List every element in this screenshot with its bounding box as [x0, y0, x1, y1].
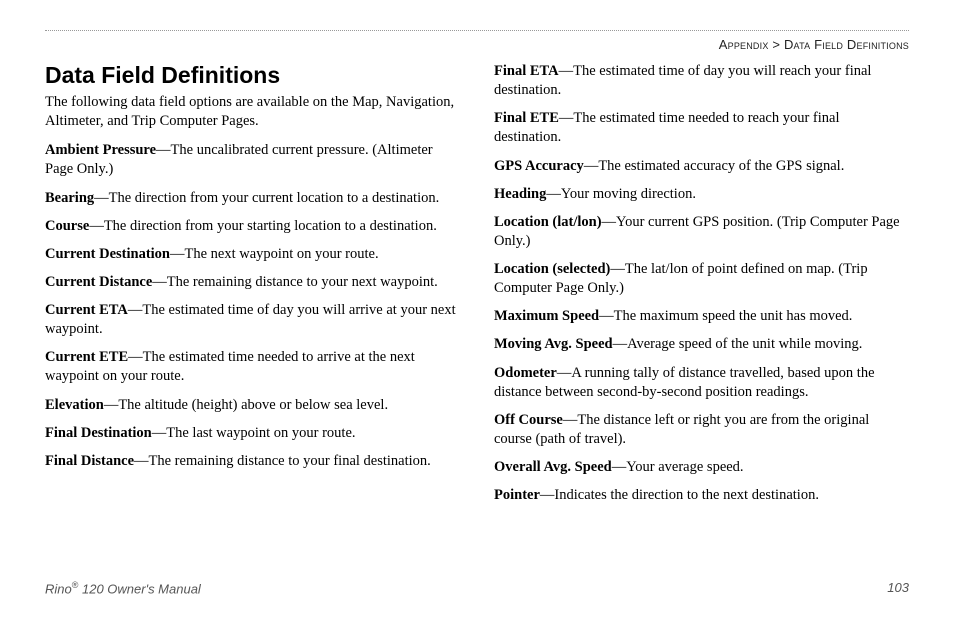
definition-item: Current ETA—The estimated time of day yo… [45, 301, 460, 339]
definition-term: Off Course [494, 412, 563, 428]
definition-item: Current ETE—The estimated time needed to… [45, 348, 460, 386]
definition-desc: —Your moving direction. [546, 186, 696, 202]
definition-desc: —Your average speed. [612, 459, 744, 475]
definition-desc: —The direction from your starting locati… [89, 218, 437, 234]
definition-term: GPS Accuracy [494, 158, 584, 174]
definition-item: Overall Avg. Speed—Your average speed. [494, 458, 909, 477]
breadcrumb-separator: > [772, 37, 780, 52]
definition-item: Pointer—Indicates the direction to the n… [494, 486, 909, 505]
definition-item: Elevation—The altitude (height) above or… [45, 396, 460, 415]
definition-item: Ambient Pressure—The uncalibrated curren… [45, 141, 460, 179]
definition-desc: —The estimated accuracy of the GPS signa… [584, 158, 845, 174]
definition-desc: —The maximum speed the unit has moved. [599, 308, 852, 324]
definition-item: Current Distance—The remaining distance … [45, 273, 460, 292]
definition-desc: —The next waypoint on your route. [170, 246, 379, 262]
breadcrumb: Appendix > Data Field Definitions [45, 37, 909, 52]
definition-item: Location (selected)—The lat/lon of point… [494, 260, 909, 298]
definition-desc: —Average speed of the unit while moving. [613, 336, 863, 352]
definition-term: Final ETA [494, 63, 559, 79]
manual-page: Appendix > Data Field Definitions Data F… [0, 0, 954, 621]
definition-item: Final Destination—The last waypoint on y… [45, 424, 460, 443]
definition-desc: —Indicates the direction to the next des… [540, 487, 819, 503]
definition-term: Current ETA [45, 302, 128, 318]
definition-term: Heading [494, 186, 546, 202]
definition-item: Final ETA—The estimated time of day you … [494, 62, 909, 100]
definition-term: Course [45, 218, 89, 234]
definition-item: Maximum Speed—The maximum speed the unit… [494, 307, 909, 326]
definition-desc: —The last waypoint on your route. [152, 425, 356, 441]
definition-term: Current ETE [45, 349, 128, 365]
definition-term: Maximum Speed [494, 308, 599, 324]
page-footer: Rino® 120 Owner's Manual 103 [45, 580, 909, 596]
definition-term: Elevation [45, 397, 104, 413]
footer-product-prefix: Rino [45, 581, 72, 596]
definition-item: Final Distance—The remaining distance to… [45, 452, 460, 471]
definition-item: Bearing—The direction from your current … [45, 189, 460, 208]
footer-page-number: 103 [887, 580, 909, 596]
definition-term: Moving Avg. Speed [494, 336, 613, 352]
definition-desc: —The altitude (height) above or below se… [104, 397, 388, 413]
definition-item: Odometer—A running tally of distance tra… [494, 364, 909, 402]
definition-term: Final Destination [45, 425, 152, 441]
breadcrumb-page: Data Field Definitions [784, 37, 909, 52]
footer-product: Rino® 120 Owner's Manual [45, 580, 201, 596]
definition-term: Ambient Pressure [45, 142, 156, 158]
definition-term: Final ETE [494, 110, 559, 126]
intro-text: The following data field options are ava… [45, 93, 460, 131]
definition-desc: —The remaining distance to your final de… [134, 453, 431, 469]
definition-term: Location (selected) [494, 261, 610, 277]
definition-item: Moving Avg. Speed—Average speed of the u… [494, 335, 909, 354]
page-title: Data Field Definitions [45, 62, 460, 89]
definition-term: Current Distance [45, 274, 152, 290]
definition-item: GPS Accuracy—The estimated accuracy of t… [494, 157, 909, 176]
definition-term: Bearing [45, 190, 94, 206]
definition-term: Current Destination [45, 246, 170, 262]
definition-term: Pointer [494, 487, 540, 503]
definition-item: Current Destination—The next waypoint on… [45, 245, 460, 264]
definition-desc: —The remaining distance to your next way… [152, 274, 438, 290]
definition-desc: —The direction from your current locatio… [94, 190, 439, 206]
breadcrumb-section: Appendix [719, 37, 769, 52]
footer-product-suffix: 120 Owner's Manual [78, 581, 200, 596]
definition-term: Overall Avg. Speed [494, 459, 612, 475]
definition-item: Course—The direction from your starting … [45, 217, 460, 236]
definition-item: Location (lat/lon)—Your current GPS posi… [494, 213, 909, 251]
definition-term: Odometer [494, 365, 557, 381]
definition-item: Final ETE—The estimated time needed to r… [494, 109, 909, 147]
definition-term: Location (lat/lon) [494, 214, 602, 230]
definition-term: Final Distance [45, 453, 134, 469]
definition-item: Off Course—The distance left or right yo… [494, 411, 909, 449]
definition-item: Heading—Your moving direction. [494, 185, 909, 204]
top-rule [45, 30, 909, 31]
body-columns: Data Field Definitions The following dat… [45, 62, 909, 505]
